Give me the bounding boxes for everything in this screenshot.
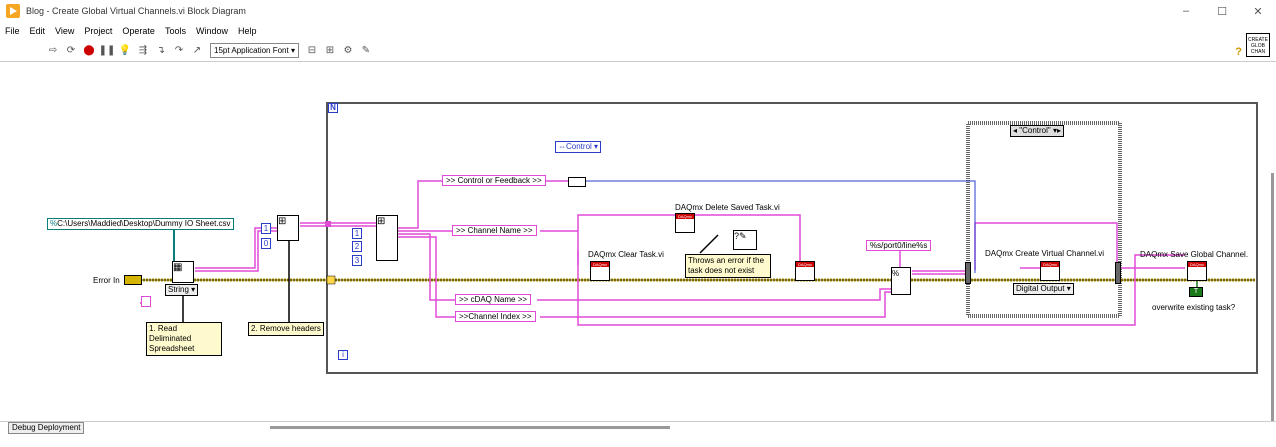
case-selector[interactable]: ◂ "Control" ▾▸ — [1010, 125, 1064, 137]
note-read-spreadsheet: 1. Read Deliminated Spreadsheet — [146, 322, 222, 356]
font-select[interactable]: 15pt Application Font ▾ — [210, 43, 299, 58]
delimiter-constant[interactable] — [141, 296, 151, 307]
close-button[interactable]: ✕ — [1240, 0, 1276, 22]
column-index-3[interactable]: 3 — [352, 255, 362, 266]
pause-icon[interactable]: ❚❚ — [98, 43, 116, 59]
menu-operate[interactable]: Operate — [117, 26, 160, 36]
boolean-true-constant[interactable]: T — [1189, 287, 1203, 297]
highlight-execution-icon[interactable]: 💡 — [116, 43, 134, 59]
minimize-button[interactable]: – — [1168, 0, 1204, 22]
window-controls: – ☐ ✕ — [1168, 0, 1276, 22]
case-left-tunnels — [965, 262, 971, 284]
tag-channel-name: >> Channel Name >> — [452, 225, 537, 236]
equals-compare-node[interactable] — [568, 177, 586, 187]
eraser-icon: ?✎ — [734, 231, 747, 241]
spreadsheet-icon: ▦ — [173, 262, 183, 273]
loop-count-terminal[interactable]: N — [328, 103, 338, 113]
length-constant[interactable]: 1 — [261, 223, 271, 234]
menu-view[interactable]: View — [50, 26, 79, 36]
window-title: Blog - Create Global Virtual Channels.vi… — [26, 6, 246, 16]
create-virtual-channel-node[interactable] — [1040, 261, 1060, 281]
read-spreadsheet-node[interactable]: ▦ — [172, 261, 194, 283]
run-arrow-icon[interactable]: ⇨ — [44, 43, 62, 59]
error-merge-node[interactable] — [795, 261, 815, 281]
toolbar: ⇨ ⟳ ⬤ ❚❚ 💡 ⇶ ↴ ↷ ↗ 15pt Application Font… — [0, 40, 1276, 62]
format-string-constant[interactable]: %s/port0/line%s — [866, 240, 932, 251]
run-continuously-icon[interactable]: ⟳ — [62, 43, 80, 59]
format-into-string-node[interactable]: % — [891, 267, 911, 295]
clear-task-label: DAQmx Clear Task.vi — [588, 250, 664, 259]
array-icon: ⊞ — [278, 216, 287, 227]
overwrite-label: overwrite existing task? — [1152, 303, 1236, 312]
column-index-2[interactable]: 2 — [352, 241, 362, 252]
abort-icon[interactable]: ⬤ — [80, 43, 98, 59]
clear-errors-node[interactable]: ?✎ — [733, 230, 757, 250]
status-bar: Debug Deployment — [0, 421, 1276, 447]
enum-icon: ⇔ — [558, 142, 566, 151]
block-diagram[interactable]: N i %C:\Users\Maddied\Desktop\Dummy IO S… — [0, 63, 1276, 433]
clear-task-node[interactable] — [590, 261, 610, 281]
index-constant[interactable]: 0 — [261, 238, 271, 249]
index-array-icon: ⊞ — [377, 216, 386, 227]
vertical-scrollbar[interactable] — [1271, 173, 1274, 433]
note-remove-headers: 2. Remove headers — [248, 322, 324, 336]
debug-deployment-tab[interactable]: Debug Deployment — [8, 422, 85, 434]
reorder-icon[interactable]: ⚙ — [339, 43, 357, 59]
menu-file[interactable]: File — [0, 26, 25, 36]
index-array-node[interactable]: ⊞ — [376, 215, 398, 261]
tag-cdaq-name: >> cDAQ Name >> — [455, 294, 532, 305]
control-enum-constant[interactable]: ⇔Control ▾ — [555, 141, 602, 153]
string-type-ring[interactable]: String ▾ — [165, 284, 199, 296]
menu-tools[interactable]: Tools — [160, 26, 191, 36]
menu-project[interactable]: Project — [79, 26, 117, 36]
step-out-icon[interactable]: ↗ — [188, 43, 206, 59]
create-channel-label: DAQmx Create Virtual Channel.vi — [985, 249, 1105, 258]
tag-control-or-feedback: >> Control or Feedback >> — [442, 175, 546, 186]
align-icon[interactable]: ⊟ — [303, 43, 321, 59]
cleanup-icon[interactable]: ✎ — [357, 43, 375, 59]
save-channel-label: DAQmx Save Global Channel. — [1140, 250, 1249, 259]
error-in-terminal[interactable] — [124, 275, 142, 285]
menu-edit[interactable]: Edit — [25, 26, 51, 36]
distribute-icon[interactable]: ⊞ — [321, 43, 339, 59]
note-throws-error: Throws an error if the task does not exi… — [685, 254, 771, 278]
file-path-constant[interactable]: %C:\Users\Maddied\Desktop\Dummy IO Sheet… — [47, 218, 234, 230]
menu-bar: File Edit View Project Operate Tools Win… — [0, 22, 1276, 39]
step-over-icon[interactable]: ↷ — [170, 43, 188, 59]
retain-wire-values-icon[interactable]: ⇶ — [134, 43, 152, 59]
delete-saved-task-node[interactable] — [675, 213, 695, 233]
menu-window[interactable]: Window — [191, 26, 233, 36]
delete-from-array-node[interactable]: ⊞ — [277, 215, 299, 241]
maximize-button[interactable]: ☐ — [1204, 0, 1240, 22]
vi-icon[interactable]: CREATE GLOB CHAN — [1246, 33, 1270, 57]
help-icon[interactable]: ? — [1235, 46, 1242, 58]
labview-icon — [6, 4, 20, 18]
wires — [140, 102, 1258, 374]
format-icon: % — [892, 269, 900, 278]
horizontal-scrollbar[interactable] — [270, 426, 670, 429]
error-in-label: Error In — [93, 276, 120, 285]
delete-task-label: DAQmx Delete Saved Task.vi — [675, 203, 780, 212]
tag-channel-index: >>Channel Index >> — [455, 311, 536, 322]
title-bar: Blog - Create Global Virtual Channels.vi… — [0, 0, 1276, 22]
loop-index-terminal[interactable]: i — [338, 350, 348, 360]
save-global-channel-node[interactable] — [1187, 261, 1207, 281]
column-index-1[interactable]: 1 — [352, 228, 362, 239]
step-into-icon[interactable]: ↴ — [152, 43, 170, 59]
case-right-tunnels — [1115, 262, 1121, 284]
menu-help[interactable]: Help — [233, 26, 262, 36]
digital-output-ring[interactable]: Digital Output ▾ — [1013, 283, 1074, 295]
